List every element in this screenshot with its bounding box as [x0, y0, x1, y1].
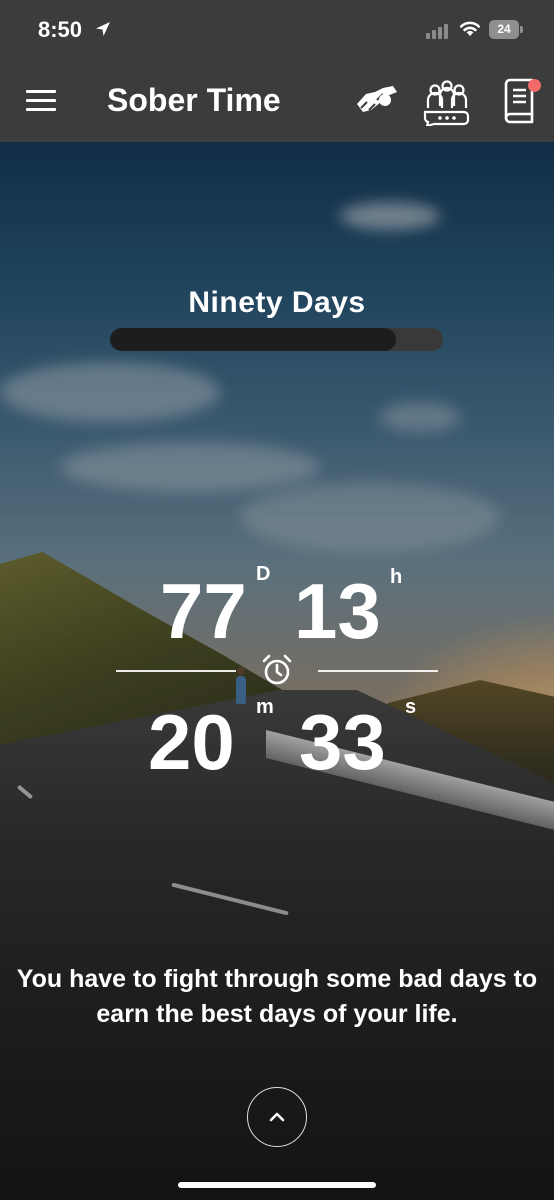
minutes-value: 20 [148, 698, 235, 786]
milestone-progress-bar [110, 328, 443, 351]
location-arrow-icon [96, 22, 110, 36]
status-time: 8:50 [38, 17, 83, 42]
app-bar: Sober Time [0, 60, 554, 142]
minutes-unit: m [256, 696, 274, 718]
wifi-icon [459, 21, 481, 36]
cellular-signal-icon [426, 21, 448, 39]
milestone-label: Ninety Days [188, 286, 366, 319]
divider-right [318, 670, 438, 672]
milestone-progress-fill [110, 328, 397, 351]
status-bar: 8:50 24 [0, 0, 554, 60]
expand-up-button[interactable] [247, 1087, 307, 1147]
hours-value: 13 [294, 567, 381, 655]
chevron-up-icon [269, 1112, 285, 1122]
community-icon[interactable] [422, 76, 472, 126]
days-value: 77 [160, 567, 247, 655]
notification-dot [528, 79, 541, 92]
battery-level: 24 [497, 22, 511, 36]
days-unit: D [256, 563, 271, 585]
seconds-unit: s [405, 696, 417, 718]
menu-icon[interactable] [26, 90, 56, 112]
battery-icon: 24 [489, 20, 523, 39]
alarm-clock-icon [262, 654, 292, 685]
home-indicator[interactable] [178, 1182, 376, 1188]
hours-unit: h [390, 566, 403, 588]
divider-left [116, 670, 236, 672]
handshake-icon[interactable] [353, 80, 399, 122]
seconds-value: 33 [299, 698, 386, 786]
app-title: Sober Time [107, 82, 281, 118]
motivational-quote: You have to fight through some bad days … [16, 965, 538, 1028]
